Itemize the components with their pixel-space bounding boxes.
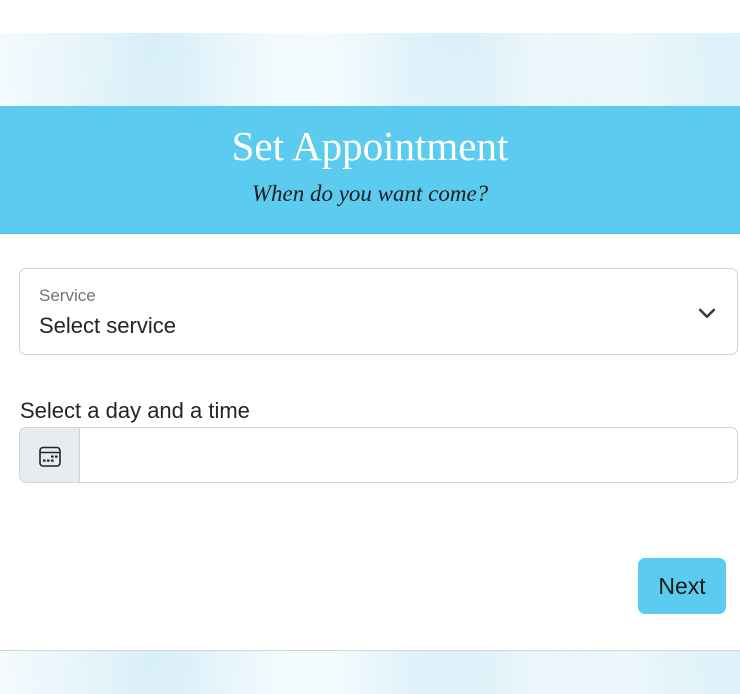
calendar-icon xyxy=(39,446,61,467)
appointment-card: Set Appointment When do you want come? S… xyxy=(0,106,740,651)
datetime-label: Select a day and a time xyxy=(20,398,250,423)
page-subtitle: When do you want come? xyxy=(251,181,489,206)
service-select-label: Service xyxy=(39,286,96,305)
next-button[interactable]: Next xyxy=(638,558,726,614)
page-top-margin xyxy=(0,0,740,33)
datetime-input[interactable] xyxy=(79,427,738,483)
page-title: Set Appointment xyxy=(231,123,509,169)
background-watercolor-bottom xyxy=(0,651,740,694)
background-watercolor-top xyxy=(0,33,740,106)
chevron-down-icon xyxy=(698,308,716,318)
service-select-value: Select service xyxy=(39,313,176,338)
calendar-button[interactable] xyxy=(19,427,80,483)
datetime-input-group xyxy=(19,427,738,483)
service-select[interactable]: Service Select service xyxy=(19,268,738,355)
appointment-header: Set Appointment When do you want come? xyxy=(0,106,740,234)
